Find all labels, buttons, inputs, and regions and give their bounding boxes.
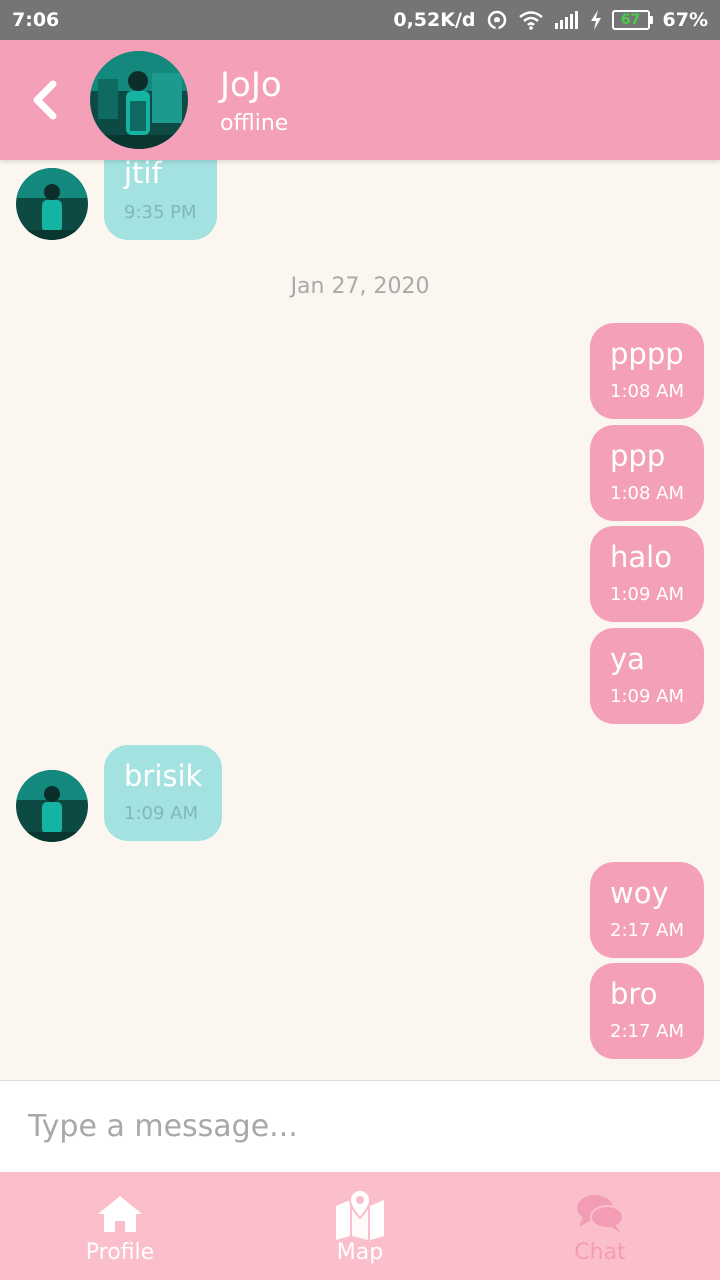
battery-level: 67 <box>611 10 650 30</box>
message-text: ya <box>610 642 645 676</box>
message-time: 9:35 PM <box>124 202 197 223</box>
nav-item-map[interactable]: Map <box>240 1172 480 1280</box>
message-text: pppp <box>610 337 684 371</box>
message-text: ppp <box>610 439 666 473</box>
nav-label: Chat <box>574 1239 626 1265</box>
message-composer <box>0 1080 720 1172</box>
message-time: 1:09 AM <box>610 686 684 707</box>
message-bubble-outgoing[interactable]: halo 1:09 AM <box>590 526 704 622</box>
message-text: jtif <box>124 160 162 190</box>
contact-status: offline <box>220 110 289 136</box>
status-icons: 0,52K/d 67 67% <box>393 9 708 31</box>
hotspot-icon <box>486 9 508 31</box>
message-bubble-outgoing[interactable]: bro 2:17 AM <box>590 963 704 1059</box>
charging-icon <box>590 10 602 30</box>
bottom-navigation: Profile Map Chat <box>0 1172 720 1280</box>
message-time: 2:17 AM <box>610 1021 684 1042</box>
message-bubble-outgoing[interactable]: woy 2:17 AM <box>590 862 704 958</box>
map-icon <box>334 1188 386 1240</box>
network-speed: 0,52K/d <box>393 9 476 31</box>
message-time: 1:09 AM <box>610 584 684 605</box>
home-icon <box>96 1188 144 1240</box>
signal-icon <box>554 11 580 29</box>
battery-percent: 67% <box>662 9 708 31</box>
message-time: 1:08 AM <box>610 381 684 402</box>
message-bubble-incoming[interactable]: jtif 9:35 PM <box>104 160 217 240</box>
nav-label: Map <box>336 1239 384 1265</box>
wifi-icon <box>518 10 544 30</box>
message-bubble-outgoing[interactable]: pppp 1:08 AM <box>590 323 704 419</box>
date-separator: Jan 27, 2020 <box>290 274 430 299</box>
nav-item-chat[interactable]: Chat <box>480 1172 720 1280</box>
message-bubble-outgoing[interactable]: ya 1:09 AM <box>590 628 704 724</box>
chevron-left-icon <box>33 80 57 120</box>
message-text: brisik <box>124 759 203 793</box>
battery-icon: 67 <box>611 10 653 30</box>
nav-label: Profile <box>85 1239 155 1265</box>
message-text: bro <box>610 977 658 1011</box>
contact-name: JoJo <box>220 64 282 105</box>
message-bubble-incoming[interactable]: brisik 1:09 AM <box>104 745 223 841</box>
contact-avatar[interactable] <box>90 51 188 149</box>
message-time: 1:08 AM <box>610 483 684 504</box>
chat-header: JoJo offline <box>0 40 720 160</box>
message-input[interactable] <box>28 1109 692 1144</box>
sender-avatar[interactable] <box>16 168 88 240</box>
chat-messages[interactable]: jtif 9:35 PM Jan 27, 2020 pppp 1:08 AM p… <box>0 160 720 1080</box>
sender-avatar[interactable] <box>16 770 88 842</box>
back-button[interactable] <box>0 40 90 160</box>
message-text: woy <box>610 876 669 910</box>
message-bubble-outgoing[interactable]: ppp 1:08 AM <box>590 425 704 521</box>
nav-item-profile[interactable]: Profile <box>0 1172 240 1280</box>
status-time: 7:06 <box>12 9 60 31</box>
message-time: 2:17 AM <box>610 920 684 941</box>
chat-icon <box>575 1188 625 1240</box>
status-bar: 7:06 0,52K/d 67 67% <box>0 0 720 40</box>
message-text: halo <box>610 540 672 574</box>
message-time: 1:09 AM <box>124 803 198 824</box>
